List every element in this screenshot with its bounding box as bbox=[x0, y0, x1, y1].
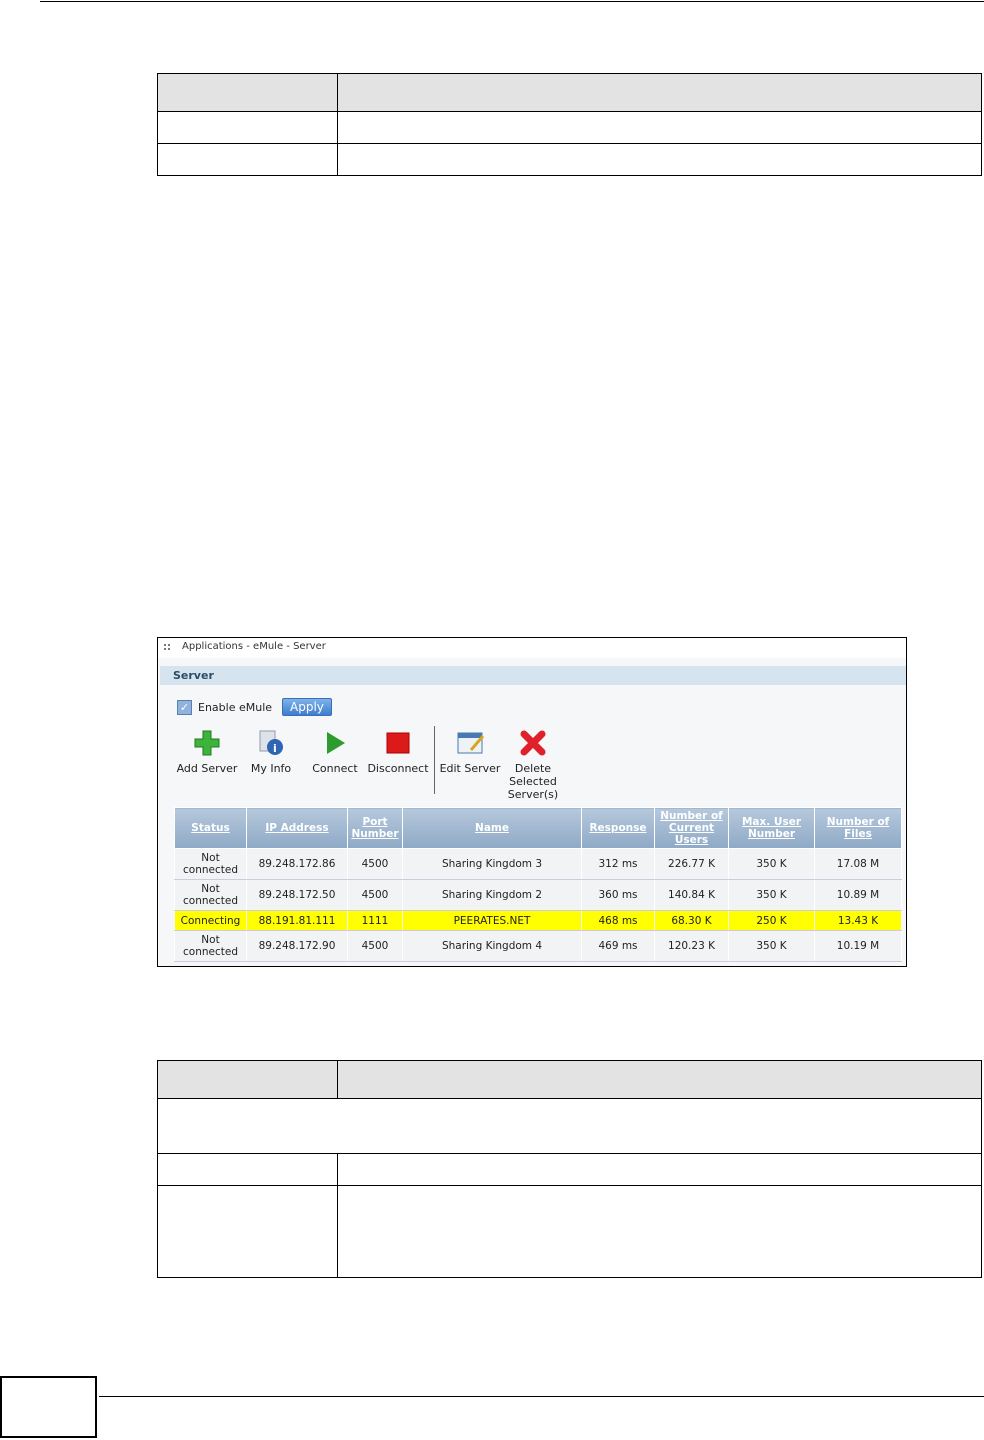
cell-2: 4500 bbox=[347, 879, 403, 911]
enable-emule-label: Enable eMule bbox=[198, 700, 273, 714]
plus-icon bbox=[194, 730, 220, 756]
emule-server-screenshot: Applications - eMule - Server Server ✓ E… bbox=[157, 637, 907, 967]
cell-7: 13.43 K bbox=[814, 910, 902, 931]
col-name[interactable]: Name bbox=[402, 807, 582, 849]
cell-4: 312 ms bbox=[581, 848, 655, 880]
server-row[interactable]: Not connected 89.248.172.86 4500 Sharing Ki… bbox=[174, 848, 902, 880]
cell-1: 89.248.172.50 bbox=[246, 879, 348, 911]
cell-4: 468 ms bbox=[581, 910, 655, 931]
header-rule bbox=[40, 1, 984, 2]
cell-7: 10.89 M bbox=[814, 879, 902, 911]
col-port-number[interactable]: Port Number bbox=[347, 807, 403, 849]
page-number-box bbox=[0, 1376, 97, 1438]
cell-6: 350 K bbox=[728, 879, 815, 911]
cell-4: 469 ms bbox=[581, 930, 655, 962]
cell-3: Sharing Kingdom 3 bbox=[402, 848, 582, 880]
cell-5: 68.30 K bbox=[654, 910, 729, 931]
add-server-button[interactable]: Add Server bbox=[175, 730, 239, 775]
cell-0: Connecting bbox=[174, 910, 247, 931]
cell-2: 4500 bbox=[347, 930, 403, 962]
cell-0: Not connected bbox=[174, 879, 247, 911]
cell-5: 120.23 K bbox=[654, 930, 729, 962]
server-row[interactable]: Connecting 88.191.81.111 1111 PEERATES.NET 4… bbox=[174, 910, 902, 931]
edit-server-button[interactable]: Edit Server bbox=[438, 730, 502, 775]
cell-4: 360 ms bbox=[581, 879, 655, 911]
cell-1: 88.191.81.111 bbox=[246, 910, 348, 931]
cell-3: Sharing Kingdom 4 bbox=[402, 930, 582, 962]
cell-2: 1111 bbox=[347, 910, 403, 931]
my-info-button[interactable]: i My Info bbox=[239, 730, 303, 775]
delete-icon bbox=[520, 730, 546, 756]
col-ip-address[interactable]: IP Address bbox=[246, 807, 348, 849]
play-icon bbox=[322, 730, 348, 756]
enable-emule-checkbox[interactable]: ✓ bbox=[177, 699, 192, 715]
cell-7: 10.19 M bbox=[814, 930, 902, 962]
cell-1: 89.248.172.90 bbox=[246, 930, 348, 962]
cell-6: 250 K bbox=[728, 910, 815, 931]
info-icon: i bbox=[258, 730, 284, 756]
connect-button[interactable]: Connect bbox=[303, 730, 367, 775]
server-row[interactable]: Not connected 89.248.172.50 4500 Sharing Ki… bbox=[174, 879, 902, 911]
server-table: Status IP Address Port Number Name Respo… bbox=[174, 807, 902, 962]
window-title: Applications - eMule - Server bbox=[158, 638, 906, 658]
cell-5: 226.77 K bbox=[654, 848, 729, 880]
cell-1: 89.248.172.86 bbox=[246, 848, 348, 880]
col-status[interactable]: Status bbox=[174, 807, 247, 849]
col-max-users[interactable]: Max. User Number bbox=[728, 807, 815, 849]
delete-servers-button[interactable]: Delete Selected Server(s) bbox=[501, 730, 565, 801]
server-row[interactable]: Not connected 89.248.172.90 4500 Sharing Ki… bbox=[174, 930, 902, 962]
edit-icon bbox=[457, 730, 485, 756]
svg-text:i: i bbox=[273, 742, 277, 755]
cell-3: PEERATES.NET bbox=[402, 910, 582, 931]
apply-button[interactable]: Apply bbox=[282, 698, 332, 716]
stop-icon bbox=[385, 730, 411, 756]
col-current-users[interactable]: Number of Current Users bbox=[654, 807, 729, 849]
cell-6: 350 K bbox=[728, 930, 815, 962]
cell-6: 350 K bbox=[728, 848, 815, 880]
cell-7: 17.08 M bbox=[814, 848, 902, 880]
section-title: Server bbox=[160, 666, 906, 685]
cell-5: 140.84 K bbox=[654, 879, 729, 911]
footer-rule bbox=[99, 1396, 984, 1397]
disconnect-button[interactable]: Disconnect bbox=[366, 730, 430, 775]
bottom-table bbox=[157, 1060, 982, 1278]
col-files[interactable]: Number of Files bbox=[814, 807, 902, 849]
grid-icon bbox=[163, 643, 171, 651]
cell-0: Not connected bbox=[174, 930, 247, 962]
cell-0: Not connected bbox=[174, 848, 247, 880]
cell-3: Sharing Kingdom 2 bbox=[402, 879, 582, 911]
col-response[interactable]: Response bbox=[581, 807, 655, 849]
cell-2: 4500 bbox=[347, 848, 403, 880]
top-table bbox=[157, 73, 982, 176]
toolbar-divider bbox=[434, 726, 435, 794]
